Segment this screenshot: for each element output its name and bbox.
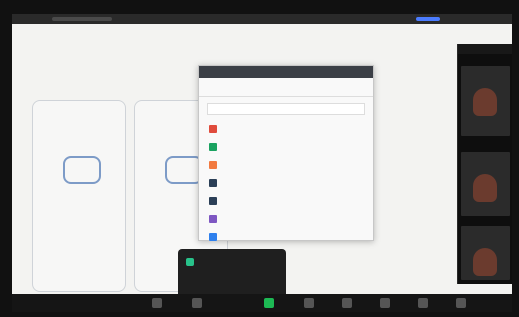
top-toolbar xyxy=(12,14,512,24)
picker-tabs xyxy=(199,78,373,97)
participants-panel xyxy=(457,44,512,284)
picker-titlebar xyxy=(199,66,373,78)
participant-video xyxy=(473,248,497,276)
app-icon xyxy=(209,232,217,241)
meeting-screen xyxy=(12,14,512,294)
app-icon xyxy=(209,124,217,133)
participant-video xyxy=(473,88,497,116)
photo-frame xyxy=(0,0,519,317)
picker-item[interactable] xyxy=(209,157,363,172)
mic-icon[interactable] xyxy=(152,298,162,308)
picker-item[interactable] xyxy=(209,121,363,136)
picker-search-input[interactable] xyxy=(207,103,365,115)
video-icon[interactable] xyxy=(192,298,202,308)
app-icon xyxy=(209,196,217,205)
participant-video xyxy=(473,174,497,202)
toolbar-segment xyxy=(52,17,112,21)
app-icon xyxy=(209,142,217,151)
share-icon[interactable] xyxy=(264,298,274,308)
picker-item[interactable] xyxy=(209,139,363,154)
reactions-icon[interactable] xyxy=(418,298,428,308)
picker-item[interactable] xyxy=(209,175,363,190)
app-icon xyxy=(209,214,217,223)
chat-icon[interactable] xyxy=(342,298,352,308)
panel-header xyxy=(458,44,512,54)
check-icon xyxy=(186,258,194,266)
share-screen-picker[interactable] xyxy=(198,65,374,241)
participants-icon[interactable] xyxy=(304,298,314,308)
app-icon xyxy=(209,178,217,187)
toolbar-segment-active xyxy=(416,17,440,21)
handshake-icon xyxy=(63,156,101,184)
video-tile[interactable] xyxy=(461,152,510,216)
meeting-controls-bar xyxy=(12,294,512,312)
app-icon xyxy=(209,160,217,169)
notification-toast[interactable] xyxy=(178,249,286,294)
picker-tab-advanced[interactable] xyxy=(286,78,373,96)
record-icon[interactable] xyxy=(380,298,390,308)
picker-item[interactable] xyxy=(209,211,363,226)
picker-item[interactable] xyxy=(209,193,363,208)
picker-tab-basic[interactable] xyxy=(199,78,286,96)
picker-item[interactable] xyxy=(209,229,363,244)
video-tile[interactable] xyxy=(461,66,510,136)
slide-column-1 xyxy=(32,100,126,292)
end-icon[interactable] xyxy=(456,298,466,308)
video-tile[interactable] xyxy=(461,226,510,280)
